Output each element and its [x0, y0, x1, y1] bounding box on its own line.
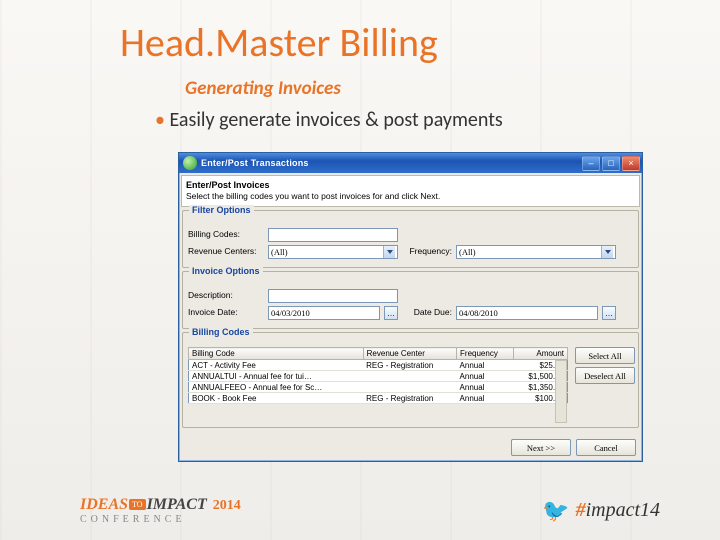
- frequency-label: Frequency:: [402, 247, 452, 257]
- table-row[interactable]: BOOK - Book FeeREG - RegistrationAnnual$…: [189, 393, 568, 404]
- revenue-centers-combo[interactable]: (All): [268, 245, 398, 259]
- minimize-button[interactable]: –: [582, 156, 600, 171]
- billing-codes-input[interactable]: [268, 228, 398, 242]
- next-button[interactable]: Next >>: [511, 439, 571, 456]
- conference-logo: IDEASTOIMPACT2014 CONFERENCE: [80, 496, 241, 525]
- select-all-button[interactable]: Select All: [575, 347, 635, 364]
- slide-subtitle: Generating Invoices: [185, 77, 660, 100]
- table-scrollbar[interactable]: [555, 360, 567, 423]
- date-due-picker-button[interactable]: …: [602, 306, 616, 320]
- chevron-down-icon[interactable]: [383, 246, 395, 258]
- revenue-centers-label: Revenue Centers:: [188, 247, 264, 257]
- hashtag: #impact14: [576, 499, 660, 522]
- col-frequency[interactable]: Frequency: [457, 348, 514, 360]
- frequency-combo[interactable]: (All): [456, 245, 616, 259]
- frequency-value: (All): [459, 247, 476, 257]
- instruction-header: Enter/Post Invoices: [186, 180, 635, 190]
- description-input[interactable]: [268, 289, 398, 303]
- col-amount[interactable]: Amount: [514, 348, 568, 360]
- filter-options-group: Filter Options Billing Codes: Revenue Ce…: [182, 210, 639, 268]
- titlebar[interactable]: Enter/Post Transactions – □ ×: [179, 153, 642, 173]
- deselect-all-button[interactable]: Deselect All: [575, 367, 635, 384]
- chevron-down-icon[interactable]: [601, 246, 613, 258]
- col-billing-code[interactable]: Billing Code: [189, 348, 364, 360]
- twitter-icon: 🐦: [542, 497, 569, 524]
- table-row[interactable]: ACT - Activity FeeREG - RegistrationAnnu…: [189, 360, 568, 371]
- invoice-date-input[interactable]: [268, 306, 380, 320]
- billing-codes-legend: Billing Codes: [189, 327, 253, 337]
- instruction-text: Select the billing codes you want to pos…: [186, 192, 635, 202]
- billing-codes-table[interactable]: Billing Code Revenue Center Frequency Am…: [188, 347, 568, 404]
- app-icon: [183, 156, 197, 170]
- dialog-title: Enter/Post Transactions: [201, 158, 582, 168]
- instruction-panel: Enter/Post Invoices Select the billing c…: [181, 175, 640, 207]
- slide-footer: IDEASTOIMPACT2014 CONFERENCE 🐦 #impact14: [0, 490, 720, 530]
- date-due-input[interactable]: [456, 306, 598, 320]
- slide-bullet: Easily generate invoices & post payments: [155, 108, 660, 132]
- maximize-button[interactable]: □: [602, 156, 620, 171]
- billing-codes-group: Billing Codes Billing Code Revenue Cente…: [182, 332, 639, 428]
- invoice-legend: Invoice Options: [189, 266, 263, 276]
- close-button[interactable]: ×: [622, 156, 640, 171]
- col-revenue-center[interactable]: Revenue Center: [363, 348, 456, 360]
- invoice-date-picker-button[interactable]: …: [384, 306, 398, 320]
- description-label: Description:: [188, 291, 264, 301]
- slide-title: Head.Master Billing: [120, 18, 660, 67]
- invoice-date-label: Invoice Date:: [188, 308, 264, 318]
- invoice-options-group: Invoice Options Description: Invoice Dat…: [182, 271, 639, 329]
- cancel-button[interactable]: Cancel: [576, 439, 636, 456]
- table-row[interactable]: ANNUALFEEO - Annual fee for Sc…Annual$1,…: [189, 382, 568, 393]
- filter-legend: Filter Options: [189, 205, 254, 215]
- billing-codes-label: Billing Codes:: [188, 230, 264, 240]
- table-row[interactable]: ANNUALTUI - Annual fee for tui…Annual$1,…: [189, 371, 568, 382]
- revenue-centers-value: (All): [271, 247, 288, 257]
- date-due-label: Date Due:: [402, 308, 452, 318]
- dialog-enter-post-transactions: Enter/Post Transactions – □ × Enter/Post…: [178, 152, 643, 462]
